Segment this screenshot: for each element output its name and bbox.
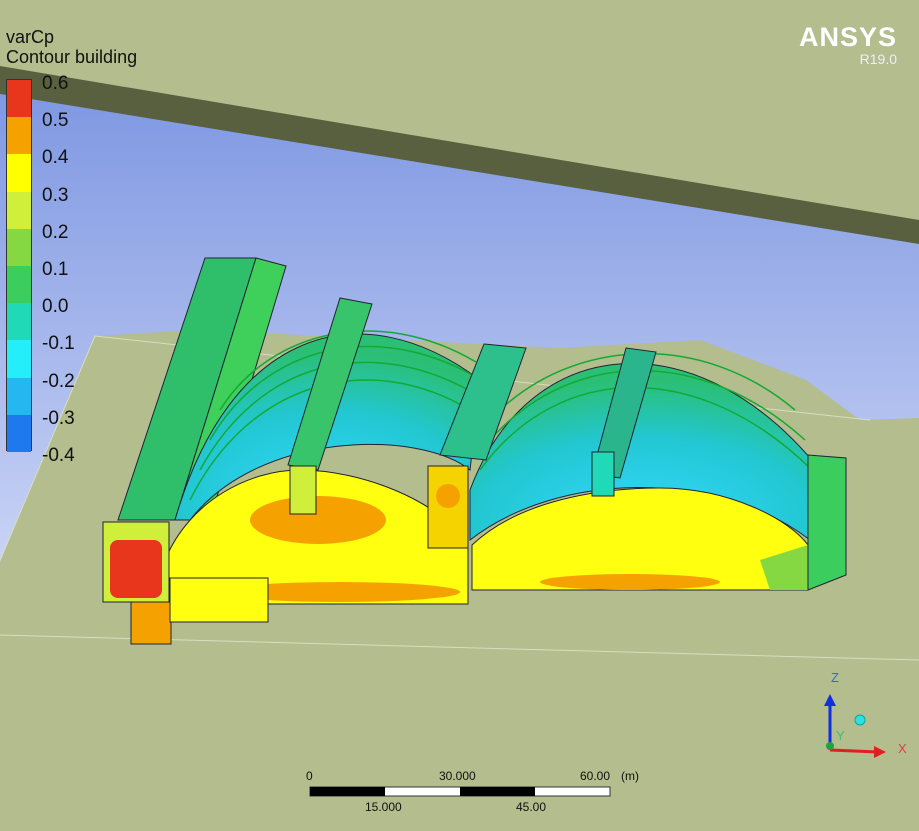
- version-label: R19.0: [859, 51, 897, 67]
- legend-swatch: [7, 340, 31, 378]
- middle-block-hotspot: [436, 484, 460, 508]
- legend-swatch: [7, 414, 31, 452]
- legend-swatch: [7, 191, 31, 229]
- legend-tick-label: -0.3: [42, 407, 75, 429]
- scale-label-45: 45.00: [516, 800, 547, 814]
- right-center-pillar: [591, 451, 615, 497]
- right-floor-band: [540, 574, 720, 590]
- x-axis-label: X: [898, 741, 907, 756]
- scale-label-30: 30.000: [439, 769, 476, 783]
- z-axis-label: Z: [831, 670, 839, 685]
- ansys-logo: ANSYS: [798, 22, 897, 52]
- scale-label-60: 60.00: [580, 769, 611, 783]
- legend-swatch: [7, 154, 31, 192]
- legend-tick-label: 0.2: [42, 221, 69, 243]
- left-front-hotspot: [250, 496, 386, 544]
- left-annex-stem: [130, 601, 172, 645]
- legend-swatch: [7, 377, 31, 415]
- legend-tick-label: 0.6: [42, 73, 69, 94]
- legend-variable: varCp: [6, 27, 55, 47]
- legend-swatch: [7, 80, 31, 118]
- left-annex-hot: [110, 540, 162, 598]
- right-step-blocks: [807, 454, 847, 591]
- legend-tick-label: -0.2: [42, 370, 75, 392]
- scale-label-15: 15.000: [365, 800, 402, 814]
- legend-tick-label: -0.4: [42, 445, 75, 466]
- legend-contour-name: Contour building: [6, 47, 138, 67]
- legend-swatch: [7, 303, 31, 341]
- legend-tick-label: 0.3: [42, 184, 69, 206]
- legend-swatch: [7, 117, 31, 155]
- legend-tick-label: -0.1: [42, 333, 75, 355]
- scale-unit: (m): [621, 769, 639, 783]
- legend-color-bar: [6, 79, 32, 452]
- legend-tick-label: 0.5: [42, 110, 69, 132]
- legend-tick-label: 0.1: [42, 259, 69, 280]
- legend-swatch: [7, 228, 31, 266]
- legend-tick-label: 0.0: [42, 296, 69, 318]
- viewport-3d[interactable]: [0, 0, 919, 831]
- y-axis-label: Y: [836, 728, 845, 743]
- left-low-block: [169, 577, 269, 623]
- scale-label-0: 0: [306, 769, 313, 783]
- legend-tick-label: 0.4: [42, 147, 69, 169]
- legend-swatch: [7, 265, 31, 304]
- left-center-pillar: [289, 465, 317, 515]
